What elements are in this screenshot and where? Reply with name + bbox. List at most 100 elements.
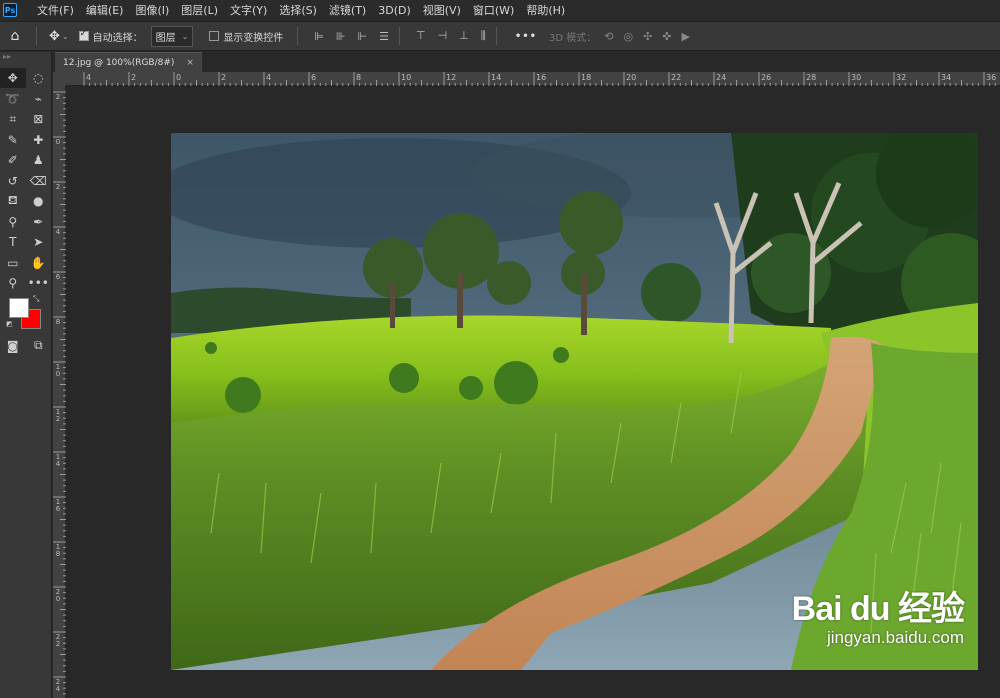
path-select-tool-icon[interactable]: ➤ (26, 232, 52, 252)
rectangle-tool-icon[interactable]: ▭ (0, 253, 26, 273)
ruler-label: 34 (941, 73, 952, 82)
menu-type[interactable]: 文字(Y) (224, 2, 273, 18)
horizontal-ruler[interactable]: 4 2 0 2 4 6 8 10 12 14 16 18 20 22 24 26 28 30 32 34 36 (66, 72, 1000, 86)
menu-view[interactable]: 视图(V) (417, 2, 467, 18)
type-tool-icon[interactable]: T (0, 232, 26, 252)
menu-window[interactable]: 窗口(W) (467, 2, 520, 18)
watermark: Bai du 经验 jingyan.baidu.com (791, 581, 965, 648)
marquee-tool-icon[interactable]: ◌ (26, 68, 52, 88)
auto-select-label: 自动选择： (92, 32, 143, 44)
menu-filter[interactable]: 滤镜(T) (323, 2, 372, 18)
menu-bar: Ps 文件(F) 编辑(E) 图像(I) 图层(L) 文字(Y) 选择(S) 滤… (0, 0, 1000, 20)
chevron-down-icon: ⌄ (61, 31, 69, 41)
crop-tool-icon[interactable]: ⌗ (0, 109, 26, 129)
move-tool-preset[interactable]: ✥ ⌄ (49, 29, 69, 44)
chevron-down-icon: ⌄ (181, 31, 189, 41)
distribute-icon[interactable]: ☰ (379, 30, 389, 43)
swap-colors-icon[interactable]: ⤡ (33, 294, 39, 304)
photoshop-window: Ps 文件(F) 编辑(E) 图像(I) 图层(L) 文字(Y) 选择(S) 滤… (0, 0, 1000, 698)
paint-bucket-tool-icon[interactable]: ⛾ (0, 191, 26, 211)
eraser-tool-icon[interactable]: ⌫ (26, 171, 52, 191)
pen-tool-icon[interactable]: ✒ (26, 212, 52, 232)
ruler-label: 2 (55, 93, 61, 101)
align-buttons: ⊫ ⊪ ⊩ ☰ (314, 30, 389, 43)
divider (398, 27, 400, 45)
roll-3d-icon[interactable]: ◎ (623, 30, 633, 43)
distribute-vertical-icon[interactable]: ⫼ (481, 29, 486, 43)
align-right-icon[interactable]: ⊩ (358, 30, 368, 43)
quick-mask-icon[interactable]: ◙ (0, 336, 26, 356)
ruler-label: 28 (806, 73, 817, 82)
more-options-icon[interactable]: ••• (515, 31, 537, 42)
default-colors-icon[interactable]: ◩ (6, 320, 13, 328)
blur-tool-icon[interactable]: ● (26, 191, 52, 211)
screen-mode-icon[interactable]: ⧉ (26, 336, 52, 356)
ruler-label: 32 (896, 73, 907, 82)
align-middle-icon[interactable]: ⊣ (438, 29, 448, 43)
ruler-label: 4 (86, 73, 92, 82)
auto-select-dropdown[interactable]: 图层 ⌄ (150, 25, 194, 47)
ruler-label: 2 (55, 183, 61, 191)
ruler-label: 36 (986, 73, 997, 82)
show-transform-checkbox[interactable] (209, 31, 220, 41)
hand-tool-icon[interactable]: ✋ (26, 253, 52, 273)
menu-select[interactable]: 选择(S) (273, 2, 323, 18)
orbit-3d-icon[interactable]: ⟲ (604, 30, 613, 43)
ruler-ticks (53, 91, 66, 695)
close-icon[interactable]: × (186, 58, 194, 68)
home-icon[interactable]: ⌂ (0, 28, 30, 44)
ruler-label: 4 (266, 73, 272, 82)
healing-brush-tool-icon[interactable]: ✚ (26, 130, 52, 150)
quick-select-tool-icon[interactable]: ⌁ (26, 89, 52, 109)
zoom-tool-icon[interactable]: ⚲ (0, 273, 26, 293)
eyedropper-tool-icon[interactable]: ✎ (0, 130, 26, 150)
watermark-logo: Bai du 经验 (791, 590, 965, 628)
menu-help[interactable]: 帮助(H) (520, 2, 571, 18)
slide-3d-icon[interactable]: ✜ (662, 30, 671, 43)
lasso-tool-icon[interactable]: ➰ (0, 89, 26, 109)
show-transform-label: 显示变换控件 (223, 32, 284, 44)
align-bottom-icon[interactable]: ⊥ (459, 29, 469, 43)
vertical-ruler[interactable]: 2 0 2 4 6 8 1 0 1 2 1 4 1 6 1 8 2 0 2 2 2 4 (53, 86, 66, 698)
menu-3d[interactable]: 3D(D) (372, 4, 417, 17)
document-image[interactable]: Bai du 经验 jingyan.baidu.com (171, 133, 978, 670)
align-left-icon[interactable]: ⊫ (314, 30, 324, 43)
ruler-label: 6 (311, 73, 317, 82)
photoshop-logo-icon[interactable]: Ps (3, 3, 17, 17)
brush-tool-icon[interactable]: ✐ (0, 150, 26, 170)
ruler-label: 18 (581, 73, 592, 82)
frame-tool-icon[interactable]: ⊠ (26, 109, 52, 129)
stamp-tool-icon[interactable]: ♟ (26, 150, 52, 170)
ruler-label: 26 (761, 73, 772, 82)
divider (297, 27, 299, 45)
ruler-label: 20 (626, 73, 637, 82)
menu-file[interactable]: 文件(F) (31, 2, 80, 18)
document-tabs: 12.jpg @ 100%(RGB/8#) × (53, 52, 1000, 72)
document-tab[interactable]: 12.jpg @ 100%(RGB/8#) × (55, 52, 202, 72)
ruler-label: 12 (446, 73, 457, 82)
foreground-color-swatch[interactable] (9, 297, 29, 318)
3d-mode-buttons: ⟲ ◎ ✣ ✜ ▶ (604, 30, 690, 43)
ruler-label: 24 (716, 73, 727, 82)
auto-select-checkbox[interactable] (78, 29, 89, 41)
panel-grip-icon[interactable]: ▸▸ (0, 52, 51, 68)
ruler-origin[interactable] (53, 72, 66, 86)
menu-layer[interactable]: 图层(L) (175, 2, 224, 18)
history-brush-tool-icon[interactable]: ↺ (0, 171, 26, 191)
ruler-label: 0 (176, 73, 182, 82)
ruler-label: 10 (401, 73, 412, 82)
drag-3d-icon[interactable]: ✣ (643, 30, 652, 43)
options-bar: ⌂ ✥ ⌄ 自动选择： 图层 ⌄ 显示变换控件 ⊫ ⊪ ⊩ ☰ ⊤ ⊣ ⊥ ⫼ … (0, 21, 1000, 51)
menu-image[interactable]: 图像(I) (129, 2, 175, 18)
menu-edit[interactable]: 编辑(E) (80, 2, 130, 18)
ruler-label: 1 8 (55, 543, 61, 558)
ruler-label: 0 (55, 138, 61, 146)
scale-3d-icon[interactable]: ▶ (682, 30, 690, 43)
align-top-icon[interactable]: ⊤ (416, 29, 426, 43)
ruler-label: 8 (356, 73, 362, 82)
more-tools-icon[interactable]: ••• (26, 273, 52, 293)
move-tool-icon[interactable]: ✥ (0, 68, 26, 89)
ruler-label: 4 (55, 228, 61, 236)
align-center-icon[interactable]: ⊪ (336, 30, 346, 43)
dodge-tool-icon[interactable]: ⚲ (0, 212, 26, 232)
